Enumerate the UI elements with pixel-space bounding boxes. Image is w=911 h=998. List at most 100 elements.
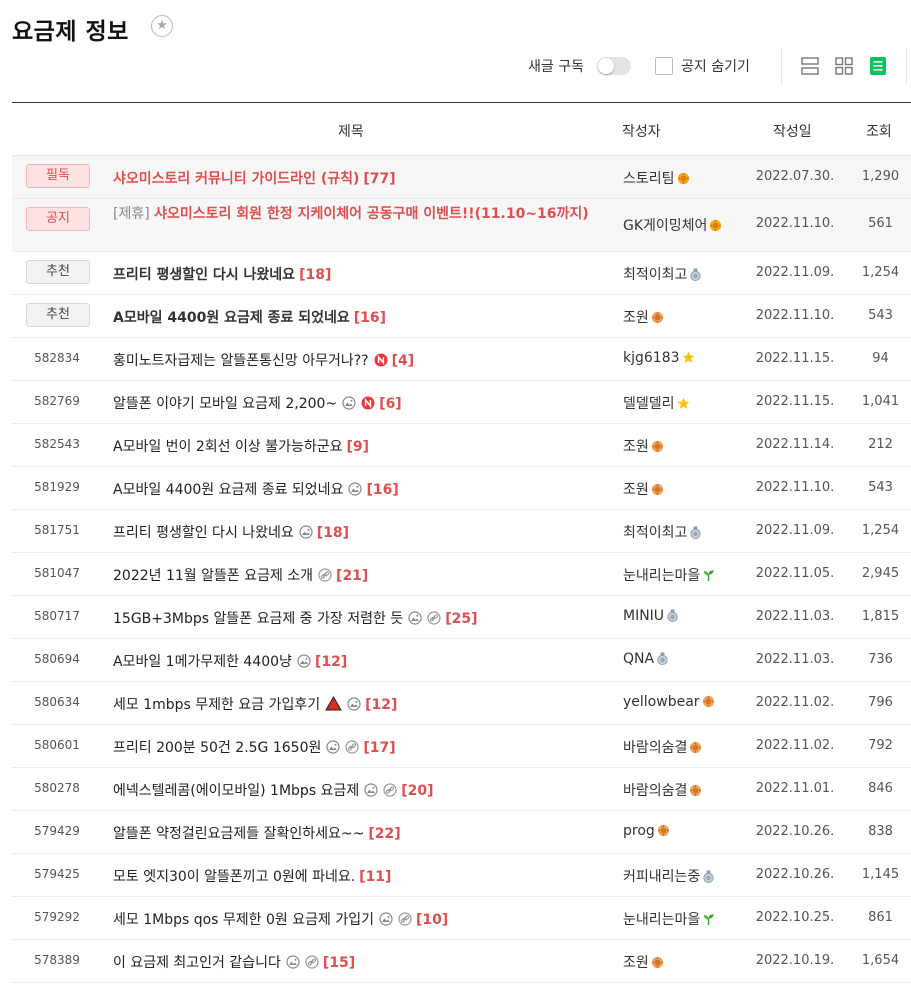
- subscribe-toggle[interactable]: [597, 57, 631, 75]
- post-title-link[interactable]: 2022년 11월 알뜰폰 요금제 소개: [113, 568, 313, 584]
- post-number: 580278: [34, 781, 80, 795]
- post-title-link[interactable]: 세모 1Mbps qos 무제한 0원 요금제 가입기: [113, 912, 374, 928]
- author-name[interactable]: 바람의숨결: [623, 740, 687, 756]
- member-level-star-icon: [682, 351, 695, 368]
- post-date: 2022.10.25.: [755, 910, 835, 925]
- author-name[interactable]: QNA: [623, 651, 654, 667]
- post-title-link[interactable]: 에넥스텔레콤(에이모바일) 1Mbps 요금제: [113, 783, 359, 799]
- post-author[interactable]: 최적이최고: [623, 264, 702, 285]
- post-title-link[interactable]: 프리티 200분 50건 2.5G 1650원: [113, 740, 321, 756]
- post-author[interactable]: 커피내리는중: [623, 866, 715, 887]
- post-title-link[interactable]: 알뜰폰 약정걸린요금제들 잘확인하세요~~: [113, 826, 364, 842]
- comment-count[interactable]: [18]: [299, 267, 331, 283]
- post-title-link[interactable]: 샤오미스토리 커뮤니티 가이드라인 (규칙): [113, 171, 359, 187]
- post-title-link[interactable]: 프리티 평생할인 다시 나왔네요: [113, 267, 295, 283]
- comment-count[interactable]: [12]: [365, 697, 397, 713]
- post-title-link[interactable]: 모토 엣지30이 알뜰폰끼고 0원에 파네요.: [113, 869, 355, 885]
- post-author[interactable]: 조원: [623, 307, 664, 328]
- post-title-cell: 프리티 200분 50건 2.5G 1650원 [17]: [113, 737, 603, 758]
- comment-count[interactable]: [12]: [315, 654, 347, 670]
- member-level-orange-icon: [657, 824, 670, 841]
- post-author[interactable]: 바람의숨결: [623, 737, 702, 758]
- comment-count[interactable]: [4]: [392, 353, 415, 369]
- comment-count[interactable]: [16]: [354, 310, 386, 326]
- comment-count[interactable]: [6]: [379, 396, 402, 412]
- post-date: 2022.11.15.: [755, 351, 835, 366]
- hide-notice-label[interactable]: 공지 숨기기: [681, 56, 750, 76]
- post-author[interactable]: QNA: [623, 651, 669, 669]
- author-name[interactable]: GK게이밍체어: [623, 218, 707, 234]
- post-author[interactable]: MINIU: [623, 608, 679, 626]
- post-views: 212: [868, 437, 893, 452]
- post-views: 1,145: [861, 867, 900, 882]
- author-name[interactable]: 눈내리는마을: [623, 912, 700, 928]
- hide-notice-checkbox[interactable]: [655, 57, 673, 75]
- post-title-link[interactable]: 15GB+3Mbps 알뜰폰 요금제 중 가장 저렴한 듯: [113, 611, 403, 627]
- author-name[interactable]: MINIU: [623, 608, 664, 624]
- author-name[interactable]: 조원: [623, 310, 649, 326]
- post-views: 796: [868, 695, 893, 710]
- author-name[interactable]: prog: [623, 823, 655, 839]
- author-name[interactable]: kjg6183: [623, 350, 680, 366]
- post-author[interactable]: 조원: [623, 436, 664, 457]
- author-name[interactable]: 조원: [623, 482, 649, 498]
- comment-count[interactable]: [16]: [366, 482, 398, 498]
- author-name[interactable]: 최적이최고: [623, 525, 687, 541]
- list-view-icon[interactable]: [867, 55, 889, 77]
- author-name[interactable]: 스토리팀: [623, 171, 675, 187]
- comment-count[interactable]: [20]: [401, 783, 433, 799]
- post-date: 2022.11.03.: [755, 652, 835, 667]
- comment-count[interactable]: [18]: [317, 525, 349, 541]
- new-post-icon: [361, 396, 375, 414]
- post-author[interactable]: 눈내리는마을: [623, 565, 715, 586]
- post-author[interactable]: 스토리팀: [623, 168, 690, 189]
- post-title-link[interactable]: 샤오미스토리 회원 한정 지케이체어 공동구매 이벤트!!(11.10~16까지…: [154, 206, 589, 222]
- card-view-icon[interactable]: [833, 55, 855, 77]
- author-name[interactable]: 조원: [623, 439, 649, 455]
- author-name[interactable]: 조원: [623, 955, 649, 971]
- post-title-link[interactable]: A모바일 번이 2회선 이상 불가능하군요: [113, 439, 342, 455]
- post-title-link[interactable]: 세모 1mbps 무제한 요금 가입후기: [113, 697, 320, 713]
- post-title-link[interactable]: 이 요금제 최고인거 같습니다: [113, 955, 281, 971]
- comment-count[interactable]: [25]: [445, 611, 477, 627]
- favorite-star-icon[interactable]: ★: [151, 15, 173, 37]
- comment-count[interactable]: [77]: [363, 171, 395, 187]
- post-author[interactable]: 조원: [623, 952, 664, 973]
- post-views: 1,290: [861, 169, 900, 184]
- author-name[interactable]: yellowbear: [623, 694, 700, 710]
- post-author[interactable]: GK게이밍체어: [623, 215, 722, 236]
- post-title-link[interactable]: A모바일 4400원 요금제 종료 되었네요: [113, 482, 343, 498]
- album-view-icon[interactable]: [799, 55, 821, 77]
- author-name[interactable]: 바람의숨결: [623, 783, 687, 799]
- author-name[interactable]: 커피내리는중: [623, 869, 700, 885]
- post-author[interactable]: yellowbear: [623, 694, 715, 712]
- comment-count[interactable]: [15]: [323, 955, 355, 971]
- author-name[interactable]: 최적이최고: [623, 267, 687, 283]
- post-title-link[interactable]: A모바일 4400원 요금제 종료 되었네요: [113, 310, 350, 326]
- post-author[interactable]: 눈내리는마을: [623, 909, 715, 930]
- comment-count[interactable]: [17]: [363, 740, 395, 756]
- post-title-link[interactable]: 프리티 평생할인 다시 나왔네요: [113, 525, 294, 541]
- post-author[interactable]: 델델델리: [623, 393, 690, 414]
- header-title: 제목: [338, 124, 364, 140]
- post-author[interactable]: 조원: [623, 479, 664, 500]
- post-author[interactable]: 최적이최고: [623, 522, 702, 543]
- post-author[interactable]: 바람의숨결: [623, 780, 702, 801]
- comment-count[interactable]: [21]: [336, 568, 368, 584]
- post-author[interactable]: prog: [623, 823, 670, 841]
- table-row: 582834 홍미노트자급제는 알뜰폰통신망 아무거나?? [4] kjg6183 20…: [12, 338, 911, 381]
- author-name[interactable]: 델델델리: [623, 396, 675, 412]
- post-title-cell: A모바일 4400원 요금제 종료 되었네요 [16]: [113, 479, 603, 500]
- post-title-cell: 프리티 평생할인 다시 나왔네요 [18]: [113, 522, 603, 543]
- comment-count[interactable]: [9]: [346, 439, 369, 455]
- post-date: 2022.11.05.: [755, 566, 835, 581]
- post-title-link[interactable]: A모바일 1메가무제한 4400냥: [113, 654, 292, 670]
- comment-count[interactable]: [10]: [416, 912, 448, 928]
- post-badge: 공지: [26, 207, 90, 231]
- comment-count[interactable]: [11]: [359, 869, 391, 885]
- post-title-link[interactable]: 알뜰폰 이야기 모바일 요금제 2,200~: [113, 396, 337, 412]
- author-name[interactable]: 눈내리는마을: [623, 568, 700, 584]
- post-author[interactable]: kjg6183: [623, 350, 695, 368]
- comment-count[interactable]: [22]: [368, 826, 400, 842]
- post-title-link[interactable]: 홍미노트자급제는 알뜰폰통신망 아무거나??: [113, 353, 369, 369]
